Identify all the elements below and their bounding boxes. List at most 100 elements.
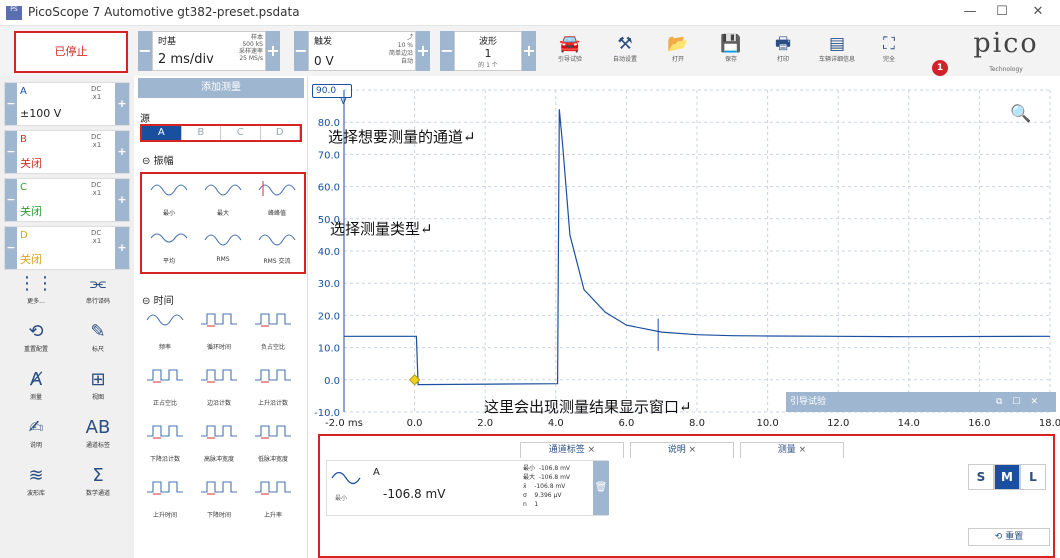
channel-minus-button[interactable]: − xyxy=(5,179,17,221)
zoom-icon[interactable]: 🔍 xyxy=(1010,104,1031,124)
tool-grid[interactable]: ⋮⋮ 更多... xyxy=(6,272,66,318)
time-type-6[interactable]: 下降沿计数 xyxy=(142,422,188,463)
timebase-value[interactable]: 2 ms/div xyxy=(158,52,214,67)
notification-badge[interactable]: 1 xyxy=(932,60,948,76)
source-a[interactable]: A xyxy=(142,126,182,140)
source-d[interactable]: D xyxy=(261,126,300,140)
waveform-icon xyxy=(201,425,237,439)
print-button[interactable]: 🖶 打印 xyxy=(760,32,806,72)
minimize-icon[interactable]: — xyxy=(958,4,982,22)
guided-test-button[interactable]: 🚘 引导试验 xyxy=(547,32,593,72)
document-icon: ▤ xyxy=(828,34,846,54)
time-type-5[interactable]: 上升沿计数 xyxy=(250,366,296,407)
wave-value[interactable]: 1 xyxy=(455,47,521,60)
x-tick-label: 0.0 xyxy=(407,418,423,429)
result-tab-0[interactable]: 通道标签 × xyxy=(520,442,624,458)
y-unit: V xyxy=(340,96,347,107)
source-b[interactable]: B xyxy=(182,126,221,140)
measure-type-2[interactable]: 峰峰值 xyxy=(254,180,300,217)
close-icon[interactable]: × xyxy=(686,445,697,455)
tool-reset-config[interactable]: ⟲ 重置配置 xyxy=(6,320,66,366)
stop-button[interactable]: 已停止 xyxy=(14,31,128,73)
channel-b-block[interactable]: − + B DC x1 关闭 xyxy=(4,130,130,174)
guided-test-bar[interactable]: 引导试验 ⧉☐✕ xyxy=(786,392,1056,412)
timebase-plus-button[interactable]: + xyxy=(266,31,280,71)
annotation-type: 选择测量类型↵ xyxy=(330,220,433,238)
trigger-plus-button[interactable]: + xyxy=(416,31,430,71)
close-icon[interactable]: ✕ xyxy=(1026,4,1050,22)
tool-ruler[interactable]: ✎ 标尺 xyxy=(68,320,128,366)
tool-channel-label[interactable]: AB 通道标签 xyxy=(68,416,128,462)
channel-name: A xyxy=(20,86,27,97)
tool-notes[interactable]: ✍ 说明 xyxy=(6,416,66,462)
time-type-3[interactable]: 正占空比 xyxy=(142,366,188,407)
channel-range[interactable]: ±100 V xyxy=(20,107,61,120)
channel-plus-button[interactable]: + xyxy=(115,131,129,173)
amplitude-section[interactable]: ⊝ 振幅 xyxy=(142,152,174,167)
wave-plus-button[interactable]: + xyxy=(522,31,536,71)
channel-range[interactable]: 关闭 xyxy=(20,155,42,171)
time-type-0[interactable]: 频率 xyxy=(142,310,188,351)
measure-type-1[interactable]: 最大 xyxy=(200,180,246,217)
tool-waveform-library[interactable]: ≋ 波形库 xyxy=(6,464,66,510)
trigger-minus-button[interactable]: − xyxy=(294,31,308,71)
x-tick-label: 6.0 xyxy=(618,418,634,429)
waveform-icon xyxy=(258,181,296,196)
tool-sigma[interactable]: Σ 数学通道 xyxy=(68,464,128,510)
close-icon[interactable]: × xyxy=(585,445,596,455)
wave-minus-button[interactable]: − xyxy=(440,31,454,71)
channel-plus-button[interactable]: + xyxy=(115,83,129,125)
channel-plus-button[interactable]: + xyxy=(115,227,129,269)
app-logo-icon: PS xyxy=(6,6,22,20)
channel-plus-button[interactable]: + xyxy=(115,179,129,221)
channel-range[interactable]: 关闭 xyxy=(20,251,42,267)
time-type-10[interactable]: 下降时间 xyxy=(196,478,242,519)
maximize-icon[interactable]: ☐ xyxy=(990,4,1014,22)
open-button[interactable]: 📂 打开 xyxy=(655,32,701,72)
vehicle-details-button[interactable]: ▤ 车辆详细信息 xyxy=(814,32,860,72)
channel-minus-button[interactable]: − xyxy=(5,227,17,269)
channel-range[interactable]: 关闭 xyxy=(20,203,42,219)
timebase-minus-button[interactable]: − xyxy=(138,31,152,71)
result-tab-1[interactable]: 说明 × xyxy=(630,442,734,458)
result-tab-2[interactable]: 测量 × xyxy=(740,442,844,458)
trigger-value[interactable]: 0 V xyxy=(314,54,334,68)
channel-minus-button[interactable]: − xyxy=(5,131,17,173)
source-c[interactable]: C xyxy=(221,126,261,140)
panel-window-controls[interactable]: ⧉☐✕ xyxy=(996,392,1048,412)
tool-serial-decode[interactable]: ⫘ 串行译码 xyxy=(68,272,128,318)
fullscreen-button[interactable]: ⛶ 完全 xyxy=(866,32,912,72)
size-l-button[interactable]: L xyxy=(1020,464,1046,490)
measure-type-4[interactable]: RMS xyxy=(200,228,246,263)
result-card[interactable]: A 最小 -106.8 mV 最小 -106.8 mV 最大 -106.8 mV… xyxy=(326,460,609,516)
waveform-icon xyxy=(255,369,291,383)
time-type-9[interactable]: 上升时间 xyxy=(142,478,188,519)
amplitude-types: 最小 最大 峰峰值平均 RMS RMS 交流 xyxy=(140,172,306,274)
channel-minus-button[interactable]: − xyxy=(5,83,17,125)
time-type-2[interactable]: 负占空比 xyxy=(250,310,296,351)
waveform-icon xyxy=(201,313,237,327)
auto-setup-button[interactable]: ⚒ 自动设置 xyxy=(602,32,648,72)
size-m-button[interactable]: M xyxy=(994,464,1020,490)
size-s-button[interactable]: S xyxy=(968,464,994,490)
waveform-icon xyxy=(147,369,183,383)
time-type-11[interactable]: 上升率 xyxy=(250,478,296,519)
tool-view[interactable]: ⊞ 视图 xyxy=(68,368,128,414)
time-type-1[interactable]: 循环时间 xyxy=(196,310,242,351)
close-icon[interactable]: × xyxy=(796,445,807,455)
measure-type-5[interactable]: RMS 交流 xyxy=(254,228,300,265)
scope-view[interactable]: 80.0 70.0 60.0 50.0 40.0 30.0 20.0 10.0 0.0 -10.0… xyxy=(310,76,1060,558)
measure-type-3[interactable]: 平均 xyxy=(146,228,192,265)
time-type-4[interactable]: 边沿计数 xyxy=(196,366,242,407)
save-button[interactable]: 💾 保存 xyxy=(708,32,754,72)
channel-c-block[interactable]: − + C DC x1 关闭 xyxy=(4,178,130,222)
tool-measure[interactable]: Ⱥ 测量 xyxy=(6,368,66,414)
time-section[interactable]: ⊝ 时间 xyxy=(142,292,174,307)
channel-a-block[interactable]: − + A DC x1 ±100 V xyxy=(4,82,130,126)
delete-icon[interactable]: 🗑 xyxy=(593,461,609,515)
channel-d-block[interactable]: − + D DC x1 关闭 xyxy=(4,226,130,270)
reset-button[interactable]: ⟲ 重置 xyxy=(968,528,1050,546)
measure-type-0[interactable]: 最小 xyxy=(146,180,192,217)
time-type-7[interactable]: 高脉冲宽度 xyxy=(196,422,242,463)
time-type-8[interactable]: 低脉冲宽度 xyxy=(250,422,296,463)
